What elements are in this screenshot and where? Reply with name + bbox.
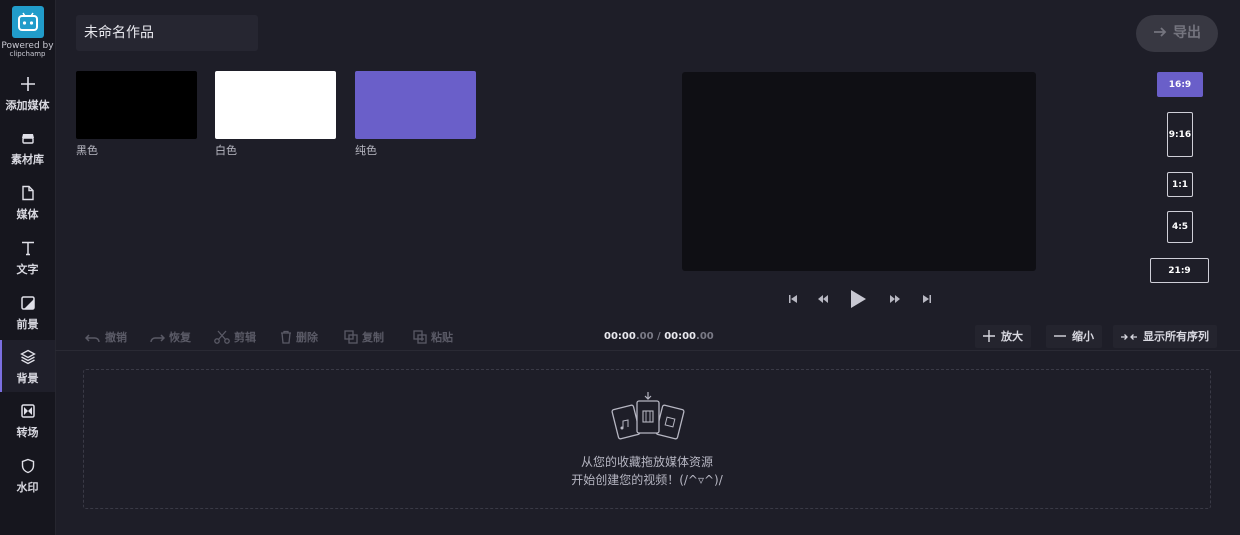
video-preview (682, 72, 1036, 271)
zoom-in-label: 放大 (1001, 330, 1023, 343)
swatch-label: 纯色 (355, 144, 377, 157)
clipchamp-label: clipchamp (9, 50, 46, 58)
logo[interactable]: Powered by clipchamp (0, 6, 55, 58)
fit-arrows-icon (1121, 334, 1137, 340)
sidebar-item-transitions[interactable]: 转场 (0, 403, 55, 451)
export-label: 导出 (1173, 25, 1201, 41)
sidebar-item-add-media[interactable]: 添加媒体 (0, 76, 55, 124)
zoom-out-label: 缩小 (1072, 330, 1094, 343)
ratio-9-16-button[interactable]: 9:16 (1167, 112, 1193, 157)
skip-to-start-icon[interactable] (788, 292, 798, 306)
swatch-label: 白色 (215, 144, 237, 157)
show-all-label: 显示所有序列 (1143, 330, 1209, 343)
scissors-icon (214, 330, 230, 344)
timecode: 00:00.00 / 00:00.00 (604, 331, 714, 342)
undo-icon (84, 334, 100, 343)
sidebar-item-label: 转场 (16, 426, 39, 439)
paste-icon (413, 330, 427, 344)
copy-button[interactable]: 复制 (344, 329, 384, 345)
sidebar-item-label: 前景 (16, 318, 39, 331)
arrow-right-icon (1154, 27, 1167, 37)
shield-icon (21, 458, 34, 474)
minus-icon (1054, 335, 1066, 337)
rewind-icon[interactable] (817, 292, 829, 306)
layers-icon (19, 349, 36, 365)
copy-icon (344, 330, 358, 344)
skip-to-end-icon[interactable] (922, 292, 932, 306)
sidebar: Powered by clipchamp 添加媒体 素材库 媒体 文字 前景 背… (0, 0, 56, 535)
cut-label: 剪辑 (234, 331, 256, 344)
redo-icon (150, 334, 166, 343)
sidebar-item-background[interactable]: 背景 (0, 340, 55, 392)
background-swatch-white[interactable] (215, 71, 336, 139)
sidebar-item-label: 文字 (16, 263, 39, 276)
text-icon (21, 241, 34, 256)
background-swatch-black[interactable] (76, 71, 197, 139)
dropzone-line-1: 从您的收藏拖放媒体资源 (580, 455, 713, 469)
time-current: 00:00 (604, 331, 636, 342)
redo-button[interactable]: 恢复 (149, 329, 191, 345)
copy-label: 复制 (362, 331, 384, 344)
ratio-1-1-button[interactable]: 1:1 (1167, 172, 1193, 197)
plus-icon (20, 77, 35, 91)
time-total-frac: .00 (696, 331, 714, 342)
sidebar-item-watermark[interactable]: 水印 (0, 458, 55, 506)
bilibili-logo-icon (11, 6, 44, 38)
sidebar-item-label: 媒体 (16, 208, 39, 221)
trash-icon (281, 330, 291, 344)
sidebar-item-foreground[interactable]: 前景 (0, 295, 55, 343)
sidebar-item-label: 添加媒体 (5, 99, 50, 112)
transition-icon (20, 404, 35, 418)
zoom-out-button[interactable]: 缩小 (1046, 325, 1102, 348)
delete-label: 删除 (296, 331, 318, 344)
fast-forward-icon[interactable] (889, 292, 901, 306)
time-total: 00:00 (664, 331, 697, 342)
overlay-icon (20, 296, 35, 310)
time-separator: / (653, 331, 665, 342)
sidebar-item-label: 水印 (16, 481, 39, 494)
undo-label: 撤销 (105, 331, 127, 344)
ratio-21-9-button[interactable]: 21:9 (1150, 258, 1209, 283)
paste-label: 粘贴 (431, 331, 453, 344)
export-button[interactable]: 导出 (1136, 15, 1218, 52)
project-title-input[interactable]: 未命名作品 (76, 15, 258, 51)
sidebar-item-text[interactable]: 文字 (0, 240, 55, 288)
sidebar-item-media[interactable]: 媒体 (0, 185, 55, 233)
media-cards-icon (611, 392, 685, 440)
plus-icon (983, 330, 995, 342)
background-swatch-solid[interactable] (355, 71, 476, 139)
paste-button[interactable]: 粘贴 (413, 329, 453, 345)
undo-button[interactable]: 撤销 (84, 329, 127, 345)
time-current-frac: .00 (635, 331, 654, 342)
library-icon (21, 134, 34, 144)
sidebar-item-library[interactable]: 素材库 (0, 130, 55, 178)
delete-button[interactable]: 删除 (280, 329, 318, 345)
ratio-16-9-button[interactable]: 16:9 (1157, 72, 1203, 97)
timeline-dropzone[interactable]: 从您的收藏拖放媒体资源 开始创建您的视频！(/^▿^)/ (83, 369, 1211, 509)
redo-label: 恢复 (169, 331, 191, 344)
show-all-tracks-button[interactable]: 显示所有序列 (1113, 325, 1217, 348)
file-icon (21, 185, 34, 201)
dropzone-line-2: 开始创建您的视频！(/^▿^)/ (571, 473, 723, 487)
play-icon[interactable] (849, 289, 867, 309)
sidebar-item-label: 素材库 (11, 153, 44, 166)
ratio-4-5-button[interactable]: 4:5 (1167, 211, 1193, 243)
zoom-in-button[interactable]: 放大 (975, 325, 1031, 348)
swatch-label: 黑色 (76, 144, 98, 157)
cut-button[interactable]: 剪辑 (214, 329, 256, 345)
sidebar-item-label: 背景 (16, 372, 39, 385)
